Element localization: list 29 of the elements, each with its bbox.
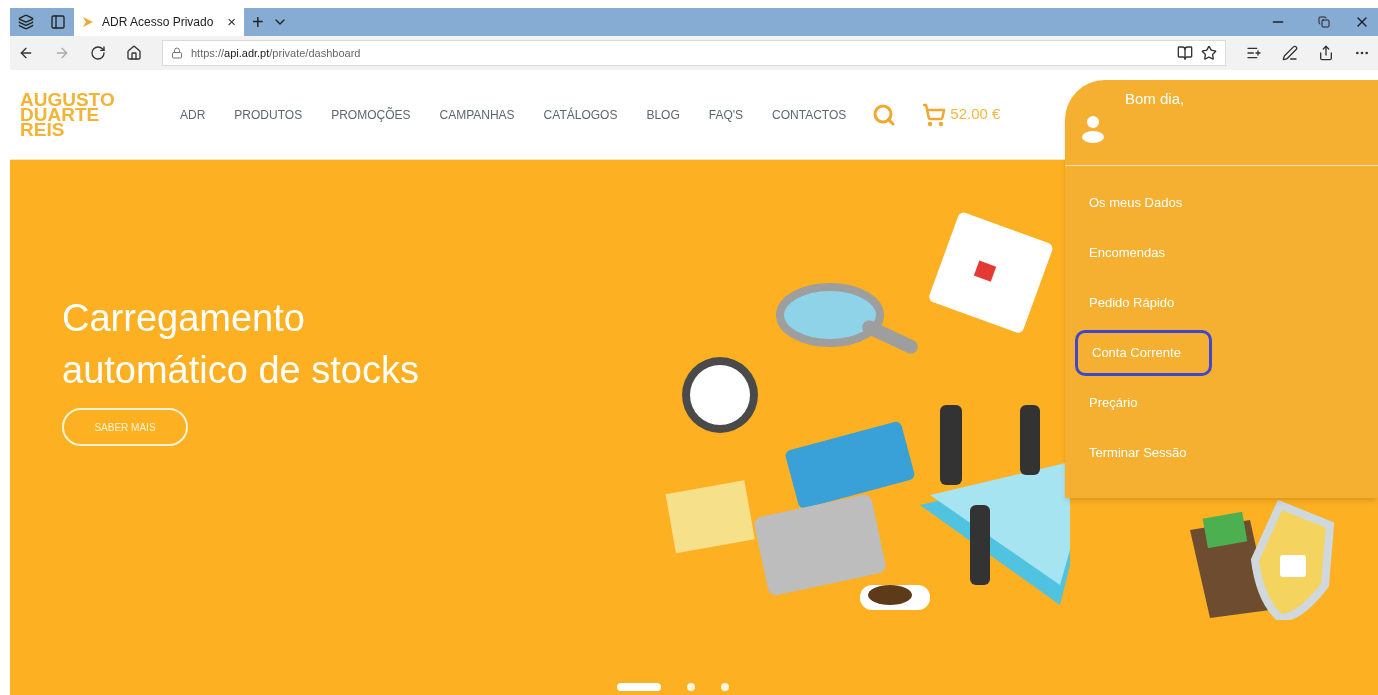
nav-link[interactable]: PROMOÇÕES <box>331 105 411 124</box>
nav-link[interactable]: CONTACTOS <box>772 105 847 124</box>
nav-link[interactable]: BLOG <box>646 105 680 124</box>
cart-total: 52.00 € <box>950 104 1001 125</box>
new-tab-button[interactable]: + <box>244 12 272 32</box>
nav-link[interactable]: PRODUTOS <box>234 105 303 124</box>
address-field[interactable]: https://api.adr.pt/private/dashboard <box>162 40 1226 66</box>
url-text: https://api.adr.pt/private/dashboard <box>191 45 362 61</box>
tab-title: ADR Acesso Privado <box>102 14 215 31</box>
greeting: Bom dia, <box>1125 89 1185 109</box>
pen-icon[interactable] <box>1282 45 1298 61</box>
restore-icon[interactable] <box>1318 16 1330 28</box>
reading-view-icon[interactable] <box>1177 45 1193 61</box>
favorites-list-icon[interactable] <box>1246 45 1262 61</box>
back-icon[interactable] <box>18 45 34 61</box>
browser-tab[interactable]: ADR Acesso Privado × <box>74 8 244 36</box>
favorite-star-icon[interactable] <box>1201 45 1217 61</box>
refresh-icon[interactable] <box>90 45 106 61</box>
lock-icon <box>171 47 183 59</box>
nav-link[interactable]: CAMPANHAS <box>439 105 515 124</box>
share-icon[interactable] <box>1318 45 1334 61</box>
chevron-logo-icon <box>82 16 94 28</box>
nav-link[interactable]: CATÁLOGOS <box>543 105 618 124</box>
home-icon[interactable] <box>126 45 142 61</box>
nav-link[interactable]: FAQ'S <box>708 105 744 124</box>
user-icon <box>1081 114 1105 144</box>
close-tab-button[interactable]: × <box>227 10 236 34</box>
nav-link[interactable]: ADR <box>180 105 206 124</box>
hero-title: Carregamento automático de stocks <box>62 296 419 393</box>
